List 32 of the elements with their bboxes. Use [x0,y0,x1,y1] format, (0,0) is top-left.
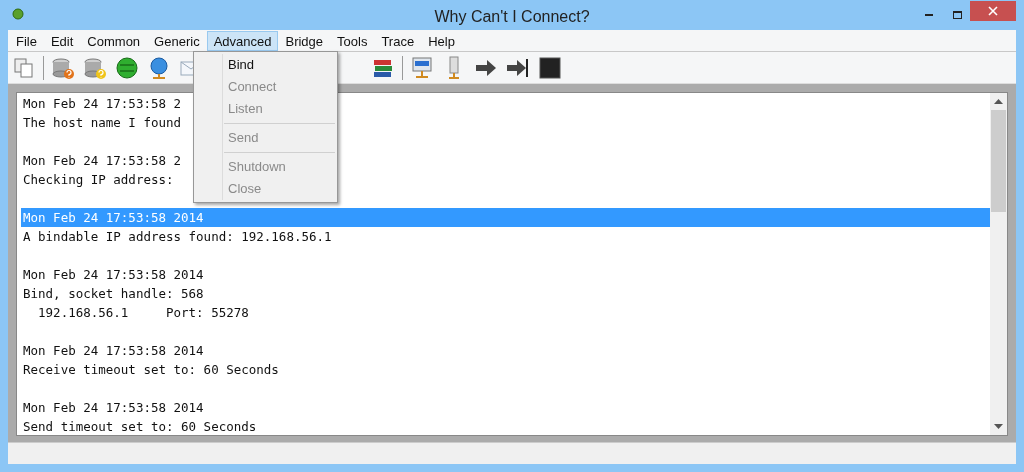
dropdown-item[interactable]: Bind [194,54,337,76]
log-line: Mon Feb 24 17:53:58 2 [23,95,182,113]
log-line: Send timeout set to: 60 Seconds [23,418,257,435]
scroll-down-icon[interactable] [994,424,1003,430]
menu-item[interactable]: Advanced [206,30,279,51]
log-line: Mon Feb 24 17:53:58 2014 [23,266,204,284]
menu-item[interactable]: Bridge [278,30,331,51]
log-line: The host name I found [23,114,182,132]
scroll-up-icon[interactable] [994,98,1003,104]
scrollbar[interactable] [990,93,1007,435]
log-line: A bindable IP address found: 192.168.56.1 [23,228,332,246]
stop-icon[interactable] [537,54,563,81]
computer-icon[interactable] [409,54,435,81]
window-title: Why Can't I Connect? [434,7,590,27]
menu-item[interactable]: Generic [147,30,207,51]
log-line: Bind, socket handle: 568 [23,285,204,303]
log-line: Mon Feb 24 17:53:58 2014 [23,342,204,360]
app-logo-icon [10,7,26,21]
menu-item[interactable]: Help [421,30,462,51]
log-line: Mon Feb 24 17:53:58 2 [23,152,182,170]
close-icon [988,6,998,16]
log-line: Receive timeout set to: 60 Seconds [23,361,279,379]
menu-item[interactable]: Common [80,30,148,51]
menu-item[interactable]: Trace [374,30,422,51]
scrollbar-thumb[interactable] [991,110,1006,212]
menu-item[interactable]: File [9,30,44,51]
log-line: Checking IP address: [23,171,174,189]
log-line: 192.168.56.1 Port: 55278 [37,304,249,322]
log-line: Mon Feb 24 17:53:58 2014 [23,399,204,417]
menu-item[interactable]: Edit [43,30,81,51]
menu-item[interactable]: Tools [330,30,375,51]
globe-icon[interactable] [114,54,140,81]
